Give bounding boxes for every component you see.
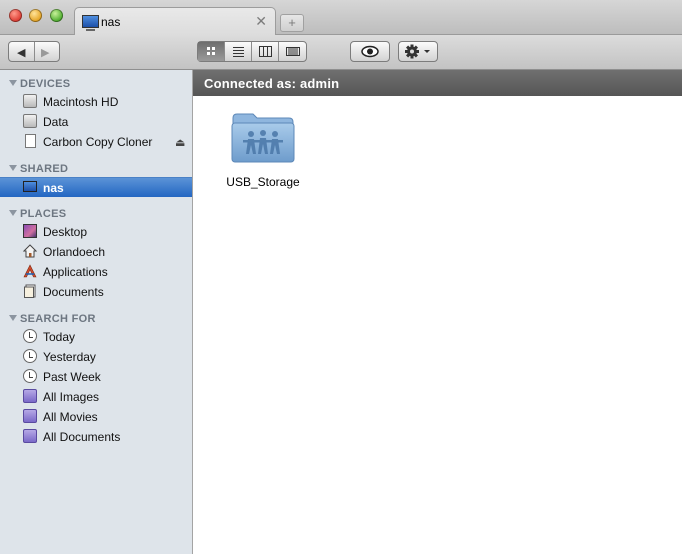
sidebar-item-label: Macintosh HD (43, 95, 119, 109)
connection-status-bar: Connected as: admin (193, 70, 682, 96)
cover-flow-icon (286, 47, 300, 56)
sidebar-item-label: Past Week (43, 370, 101, 384)
sidebar-item-label: All Images (43, 390, 100, 404)
toolbar: ◀ ▶ (0, 35, 682, 70)
documents-icon (24, 284, 36, 298)
list-view-icon (233, 47, 244, 57)
sidebar-item-label: All Documents (43, 430, 121, 444)
column-view-icon (259, 46, 272, 57)
sidebar-item-label: Carbon Copy Cloner (43, 135, 153, 149)
disclosure-triangle-icon (9, 210, 17, 216)
hard-drive-icon (23, 114, 37, 128)
smart-folder-icon (23, 409, 37, 423)
disclosure-triangle-icon (9, 80, 17, 86)
eject-icon[interactable]: ⏏ (175, 136, 185, 149)
sidebar-item-label: nas (43, 181, 64, 195)
tab-nas[interactable]: nas ✕ (74, 7, 276, 36)
applications-icon (23, 264, 37, 278)
section-title: SEARCH FOR (20, 313, 96, 325)
close-window-button[interactable] (9, 9, 22, 22)
smart-folder-icon (23, 429, 37, 443)
sidebar-item-carbon-copy-cloner[interactable]: Carbon Copy Cloner ⏏ (0, 132, 192, 151)
sidebar-item-macintosh-hd[interactable]: Macintosh HD (0, 92, 192, 111)
sidebar-item-orlandoech[interactable]: Orlandoech (0, 242, 192, 261)
sidebar-item-label: Today (43, 330, 76, 344)
action-menu-button[interactable] (398, 41, 438, 62)
forward-button[interactable]: ▶ (41, 46, 49, 59)
sidebar-item-desktop[interactable]: Desktop (0, 222, 192, 241)
clock-icon (23, 349, 37, 363)
quick-look-button[interactable] (350, 41, 390, 62)
sidebar-item-past-week[interactable]: Past Week (0, 367, 192, 386)
section-title: DEVICES (20, 78, 71, 90)
sidebar-item-today[interactable]: Today (0, 327, 192, 346)
network-server-icon (23, 181, 37, 192)
disk-image-icon (25, 134, 36, 148)
sidebar-item-label: Orlandoech (43, 245, 106, 259)
disclosure-triangle-icon (9, 315, 17, 321)
zoom-window-button[interactable] (50, 9, 63, 22)
file-item-label: USB_Storage (226, 175, 300, 189)
file-browser-content: USB_Storage (193, 96, 682, 554)
icon-view-button[interactable] (198, 42, 225, 61)
sidebar-item-data[interactable]: Data (0, 112, 192, 131)
clock-icon (23, 329, 37, 343)
view-mode-control (197, 41, 307, 62)
sidebar-item-label: Desktop (43, 225, 88, 239)
minimize-window-button[interactable] (29, 9, 42, 22)
sidebar-item-label: Yesterday (43, 350, 96, 364)
sidebar-item-label: Documents (43, 285, 104, 299)
sidebar-item-nas[interactable]: nas (0, 177, 192, 197)
shared-folder-icon (231, 113, 295, 163)
sidebar-item-label: Applications (43, 265, 108, 279)
sidebar-item-applications[interactable]: Applications (0, 262, 192, 281)
section-title: PLACES (20, 208, 67, 220)
close-tab-icon[interactable]: ✕ (255, 13, 267, 30)
disclosure-triangle-icon (9, 165, 17, 171)
back-button[interactable]: ◀ (17, 46, 25, 59)
section-title: SHARED (20, 163, 69, 175)
sidebar: DEVICES Macintosh HD Data Carbon Copy Cl… (0, 70, 193, 554)
sidebar-item-all-movies[interactable]: All Movies (0, 407, 192, 426)
new-tab-button[interactable]: + (280, 14, 304, 32)
connection-status: Connected as: admin (204, 76, 340, 91)
icon-view-icon (207, 47, 215, 55)
sidebar-item-yesterday[interactable]: Yesterday (0, 347, 192, 366)
sidebar-item-documents[interactable]: Documents (0, 282, 192, 301)
sidebar-item-label: All Movies (43, 410, 98, 424)
eye-icon (361, 45, 379, 58)
sidebar-section-search-for[interactable]: SEARCH FOR (9, 313, 96, 325)
sidebar-item-all-images[interactable]: All Images (0, 387, 192, 406)
sidebar-item-label: Data (43, 115, 69, 129)
sidebar-section-places[interactable]: PLACES (9, 208, 66, 220)
hard-drive-icon (23, 94, 37, 108)
list-view-button[interactable] (225, 42, 252, 61)
sidebar-section-shared[interactable]: SHARED (9, 163, 68, 175)
sidebar-section-devices[interactable]: DEVICES (9, 78, 70, 90)
network-server-icon (82, 15, 99, 31)
clock-icon (23, 369, 37, 383)
tab-title: nas (101, 15, 121, 29)
desktop-icon (23, 224, 37, 238)
home-icon (23, 244, 37, 258)
smart-folder-icon (23, 389, 37, 403)
column-view-button[interactable] (252, 42, 279, 61)
title-bar: nas ✕ + (0, 0, 682, 36)
gear-icon (405, 44, 430, 59)
cover-flow-view-button[interactable] (279, 42, 306, 61)
back-forward-control: ◀ ▶ (8, 41, 60, 62)
sidebar-item-all-documents[interactable]: All Documents (0, 427, 192, 446)
